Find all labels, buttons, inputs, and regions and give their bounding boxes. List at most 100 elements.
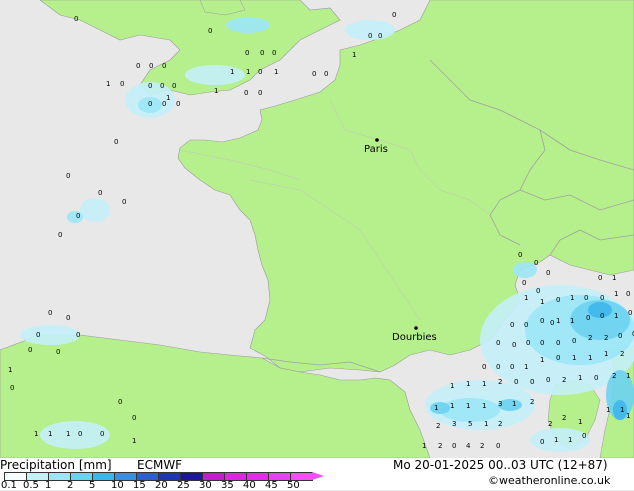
precip-value-label: 3: [498, 400, 502, 408]
precip-value-label: 0: [208, 27, 212, 35]
precip-value-label: 0: [118, 398, 122, 406]
color-scale-tick-label: 0.1: [1, 480, 17, 491]
precip-value-label: 0: [594, 374, 598, 382]
precip-value-label: 5: [468, 420, 472, 428]
precip-value-label: 0: [510, 363, 514, 371]
precip-value-label: 0: [534, 259, 538, 267]
color-scale-tick-label: 10: [111, 480, 124, 491]
color-scale-tick-label: 0.5: [23, 480, 39, 491]
precip-value-label: 0: [114, 138, 118, 146]
precip-value-label: 0: [600, 312, 604, 320]
precip-value-label: 1: [614, 312, 618, 320]
precip-value-label: 0: [100, 430, 104, 438]
precip-value-label: 0: [540, 339, 544, 347]
precip-value-label: 0: [132, 414, 136, 422]
precip-value-label: 1: [604, 350, 608, 358]
precip-value-label: 0: [120, 80, 124, 88]
precip-value-label: 1: [578, 418, 582, 426]
precip-value-label: 1: [246, 68, 250, 76]
color-scale-tick-label: 2: [67, 480, 74, 491]
precip-value-label: 1: [512, 400, 516, 408]
precip-value-label: 1: [572, 354, 576, 362]
precip-value-label: 0: [324, 70, 328, 78]
color-scale-tick-label: 15: [133, 480, 146, 491]
precip-value-label: 0: [258, 89, 262, 97]
color-scale-tick-label: 1: [45, 480, 52, 491]
precip-value-label: 0: [258, 68, 262, 76]
precip-value-label: 1: [614, 290, 618, 298]
precip-value-label: 0: [36, 331, 40, 339]
city-label-paris: Paris: [364, 144, 388, 155]
precip-value-label: 0: [136, 62, 140, 70]
precip-value-label: 1: [466, 380, 470, 388]
precip-value-label: 0: [482, 363, 486, 371]
precip-value-label: 2: [548, 420, 552, 428]
precip-value-label: 0: [540, 317, 544, 325]
precip-value-label: 1: [450, 402, 454, 410]
precip-value-label: 3: [452, 420, 456, 428]
legend-title: Precipitation [mm]: [0, 458, 112, 472]
precipitation-map: Paris Dourbies 0 0 0 0 0 0 0 0 1 0 0 0 0 0 1 1 0 1 1 0 0 0 0 1 0…: [0, 0, 634, 459]
precip-value-label: 0: [518, 251, 522, 259]
precip-value-label: 1: [606, 406, 610, 414]
legend-footer: Precipitation [mm] ECMWF Mo 20-01-2025 0…: [0, 458, 634, 491]
precip-value-label: 0: [148, 100, 152, 108]
dourbies-marker: [414, 326, 418, 330]
precip-value-label: 0: [74, 15, 78, 23]
precip-value-label: 0: [172, 82, 176, 90]
precip-value-label: 1: [482, 402, 486, 410]
precip-value-label: 0: [550, 319, 554, 327]
precip-value-label: 0: [546, 269, 550, 277]
precip-value-label: 0: [556, 296, 560, 304]
precip-value-label: 1: [352, 51, 356, 59]
precip-value-label: 0: [618, 332, 622, 340]
precip-value-label: 2: [612, 372, 616, 380]
precip-value-label: 0: [510, 321, 514, 329]
precip-value-label: 0: [260, 49, 264, 57]
precip-value-label: 0: [556, 339, 560, 347]
precip-value-label: 0: [176, 100, 180, 108]
precip-value-label: 1: [484, 420, 488, 428]
precip-value-label: 1: [556, 317, 560, 325]
precip-value-label: 1: [540, 356, 544, 364]
color-scale-tick-label: 5: [89, 480, 96, 491]
precip-value-label: 1: [230, 68, 234, 76]
precip-value-label: 0: [600, 294, 604, 302]
precip-value-label: 0: [584, 294, 588, 302]
color-scale-tick-label: 45: [265, 480, 278, 491]
precip-value-label: 1: [524, 363, 528, 371]
precip-value-label: 2: [498, 378, 502, 386]
color-scale-tick-label: 30: [199, 480, 212, 491]
precip-value-label: 0: [56, 348, 60, 356]
city-label-dourbies: Dourbies: [392, 332, 437, 343]
precip-value-label: 1: [166, 94, 170, 102]
precip-value-label: 0: [78, 430, 82, 438]
precip-value-label: 0: [58, 231, 62, 239]
precip-value-label: 0: [162, 62, 166, 70]
precip-value-label: 0: [392, 11, 396, 19]
precip-value-label: 0: [540, 438, 544, 446]
precip-value-label: 0: [626, 290, 630, 298]
precip-value-label: 0: [512, 341, 516, 349]
precip-value-label: 0: [530, 378, 534, 386]
precip-value-label: 1: [588, 354, 592, 362]
legend-model: ECMWF: [137, 458, 183, 472]
precip-value-label: 0: [522, 279, 526, 287]
precip-value-label: 1: [132, 437, 136, 445]
precip-value-label: 0: [76, 331, 80, 339]
precip-value-label: 2: [562, 376, 566, 384]
precip-value-label: 1: [434, 404, 438, 412]
precip-value-label: 0: [76, 212, 80, 220]
precip-value-label: 1: [450, 382, 454, 390]
precip-value-label: 0: [556, 354, 560, 362]
precip-value-label: 0: [149, 62, 153, 70]
precip-value-label: 1: [48, 430, 52, 438]
color-scale-tick-label: 40: [243, 480, 256, 491]
credit: ©weatheronline.co.uk: [488, 474, 611, 487]
precip-value-label: 1: [34, 430, 38, 438]
precip-value-label: 2: [530, 398, 534, 406]
precip-value-label: 0: [378, 32, 382, 40]
precip-value-label: 1: [422, 442, 426, 450]
precip-value-label: 0: [148, 82, 152, 90]
precip-value-label: 1: [274, 68, 278, 76]
